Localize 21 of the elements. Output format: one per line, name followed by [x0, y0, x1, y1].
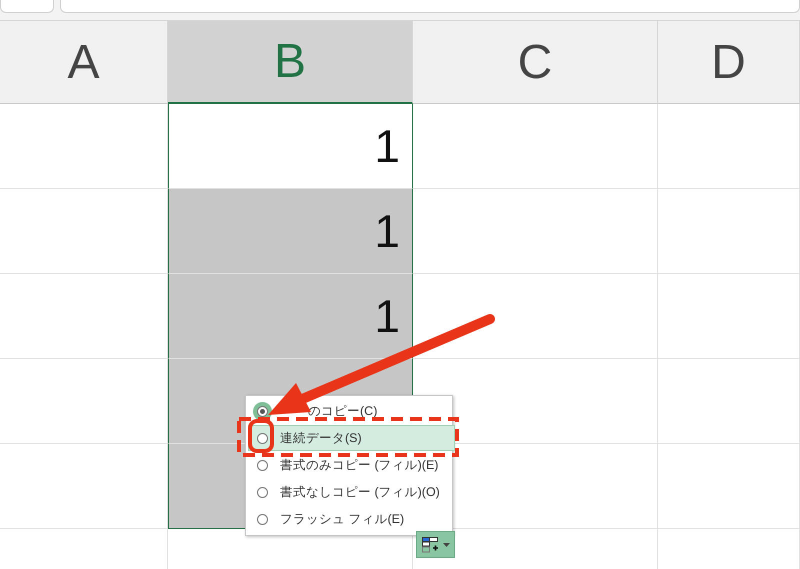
- formula-bar[interactable]: [60, 0, 800, 13]
- menu-item[interactable]: フラッシュ フィル(E): [248, 506, 448, 532]
- highlight-ring: [248, 419, 274, 453]
- radio-icon: [257, 514, 268, 524]
- column-header[interactable]: A: [0, 21, 168, 104]
- table-cell: 1: [168, 104, 413, 189]
- radio-icon: [257, 432, 268, 444]
- caret-icon: [442, 542, 450, 546]
- autofill-options-button[interactable]: [416, 531, 455, 558]
- column-header[interactable]: B: [168, 21, 413, 104]
- menu-item[interactable]: 書式なしコピー (フィル)(O): [248, 479, 448, 505]
- table-cell: 1: [168, 274, 413, 359]
- menu-item[interactable]: 書式のみコピー (フィル)(E): [248, 452, 448, 478]
- column-header[interactable]: D: [658, 21, 800, 104]
- table-cell: 1: [168, 189, 413, 274]
- fill-options-icon: [422, 536, 440, 552]
- menu-item[interactable]: 連続データ(S): [248, 425, 455, 451]
- column-header[interactable]: C: [413, 21, 658, 104]
- name-box[interactable]: [0, 0, 54, 13]
- radio-icon: [257, 460, 268, 470]
- radio-icon: [257, 486, 268, 498]
